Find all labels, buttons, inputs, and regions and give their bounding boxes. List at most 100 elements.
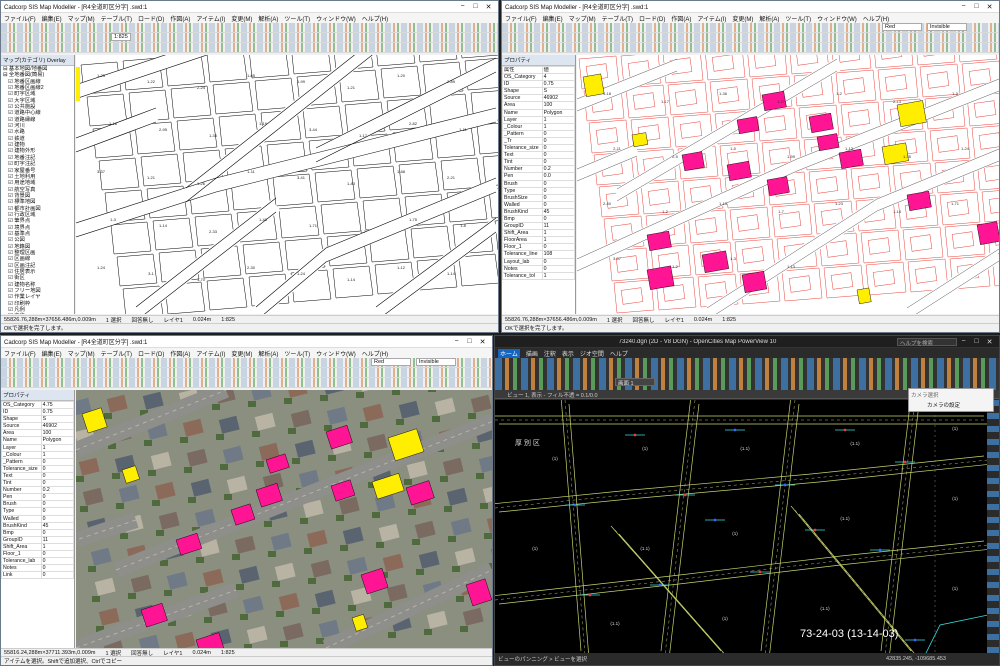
toolbar-row-1[interactable]: Red Invisible <box>502 23 999 33</box>
property-row[interactable]: ID 0.75 <box>502 80 575 89</box>
property-value[interactable]: 0 <box>40 471 74 481</box>
property-row[interactable]: Area 100 <box>1 429 74 438</box>
property-row[interactable]: Name Polygon <box>502 108 575 117</box>
property-value[interactable]: 0 <box>541 243 575 252</box>
property-row[interactable]: BrushKind 45 <box>502 207 575 216</box>
property-row[interactable]: Name Polygon <box>1 436 74 445</box>
property-value[interactable]: 0 <box>541 193 575 202</box>
property-value[interactable]: 1 <box>541 122 575 131</box>
property-row[interactable]: FloorArea 1 <box>502 236 575 245</box>
menu-draw[interactable]: 作図(A) <box>671 14 691 23</box>
property-value[interactable]: 0 <box>541 214 575 224</box>
property-value[interactable]: Polygon <box>541 108 575 117</box>
property-row[interactable]: Area 100 <box>502 101 575 110</box>
menu-window[interactable]: ウィンドウ(W) <box>817 14 857 23</box>
menu-item[interactable]: アイテム(I) <box>196 349 225 358</box>
property-value[interactable]: 1 <box>40 542 74 551</box>
property-value[interactable]: 4.75 <box>40 400 74 410</box>
help-search-input[interactable]: ヘルプを検索 <box>897 337 957 347</box>
property-row[interactable]: Floor_1 0 <box>1 549 74 559</box>
aerial-map-canvas[interactable] <box>76 390 492 648</box>
property-row[interactable]: BrushSize 0 <box>502 193 575 202</box>
property-row[interactable]: _Colour 1 <box>1 450 74 459</box>
property-row[interactable]: Text 0 <box>502 151 575 160</box>
property-value[interactable]: 1 <box>541 236 575 245</box>
menu-load[interactable]: ロード(D) <box>138 14 164 23</box>
color-combo[interactable]: Red <box>882 23 922 31</box>
menu-tools[interactable]: ツール(T) <box>284 349 310 358</box>
tab-help[interactable]: ヘルプ <box>610 349 628 358</box>
property-value[interactable]: 0 <box>40 500 74 509</box>
property-row[interactable]: BrushKind 45 <box>1 521 74 530</box>
property-value[interactable]: 0 <box>40 479 74 488</box>
property-value[interactable]: 11 <box>541 222 575 231</box>
property-row[interactable]: Text 0 <box>1 471 74 481</box>
property-value[interactable]: 0 <box>40 507 74 516</box>
property-value[interactable]: 0 <box>541 257 575 266</box>
maximize-icon[interactable]: □ <box>970 338 983 346</box>
properties-table[interactable]: OS_Category 4.75 ID 0.75 Shape S Source 46902 Ar… <box>1 400 74 580</box>
property-row[interactable]: Type 0 <box>502 186 575 195</box>
menu-tools[interactable]: ツール(T) <box>785 14 811 23</box>
property-value[interactable]: 45 <box>541 207 575 216</box>
close-icon[interactable]: ✕ <box>482 3 495 11</box>
toolbar-row-3[interactable] <box>502 43 999 53</box>
property-row[interactable]: GroupID 11 <box>502 222 575 231</box>
menu-edit[interactable]: 編集(E) <box>543 14 563 23</box>
property-value[interactable]: 11 <box>40 535 74 544</box>
property-value[interactable]: 0 <box>541 151 575 160</box>
style-combo[interactable]: Invisible <box>416 358 456 366</box>
property-value[interactable]: 0 <box>40 571 74 580</box>
property-row[interactable]: Type 0 <box>1 507 74 516</box>
tree-item[interactable]: ☑ 方位 <box>1 313 74 314</box>
property-row[interactable]: Notes 0 <box>502 264 575 273</box>
property-value[interactable]: 0 <box>541 264 575 273</box>
property-row[interactable]: Layout_lab 0 <box>502 257 575 266</box>
property-value[interactable]: 46902 <box>40 422 74 431</box>
property-value[interactable]: 45 <box>40 521 74 530</box>
property-row[interactable]: Bmp 0 <box>502 214 575 224</box>
property-value[interactable]: 4 <box>541 73 575 82</box>
property-value[interactable]: 0 <box>541 144 575 153</box>
menu-table[interactable]: テーブル(T) <box>101 349 132 358</box>
property-row[interactable]: Shape S <box>1 415 74 424</box>
property-row[interactable]: Pen 0 <box>1 493 74 502</box>
property-value[interactable]: 1 <box>40 450 74 459</box>
menu-file[interactable]: ファイル(F) <box>505 14 537 23</box>
property-row[interactable]: Tint 0 <box>502 158 575 167</box>
toolbar-row-2[interactable]: 1:825 <box>1 33 498 43</box>
menu-edit[interactable]: 編集(E) <box>42 349 62 358</box>
popup-item-camera-settings[interactable]: カメラの設定 <box>911 401 991 409</box>
property-row[interactable]: Number 0.2 <box>502 165 575 174</box>
property-value[interactable]: 0 <box>541 129 575 138</box>
minimize-icon[interactable]: − <box>957 3 970 11</box>
toolbar-row-2[interactable] <box>1 368 492 378</box>
close-icon[interactable]: ✕ <box>983 3 996 11</box>
property-row[interactable]: Pen 0.0 <box>502 172 575 181</box>
toolbar-row-1[interactable]: Red Invisible <box>1 358 492 368</box>
property-value[interactable]: 0 <box>40 564 74 573</box>
property-value[interactable]: 0 <box>40 493 74 502</box>
property-value[interactable]: 1 <box>541 271 575 280</box>
property-row[interactable]: Layer 1 <box>502 115 575 124</box>
property-row[interactable]: Floor_1 0 <box>502 243 575 252</box>
property-row[interactable]: Tolerance_size 0 <box>502 144 575 153</box>
property-value[interactable]: 100 <box>541 101 575 110</box>
maximize-icon[interactable]: □ <box>463 338 476 346</box>
minimize-icon[interactable]: − <box>450 338 463 346</box>
property-value[interactable]: 値 <box>541 65 575 75</box>
property-value[interactable]: 46902 <box>541 94 575 103</box>
camera-popup[interactable]: カメラ選択 カメラの設定 <box>908 388 994 412</box>
menu-analysis[interactable]: 解析(A) <box>759 14 779 23</box>
property-row[interactable]: Brush 0 <box>1 500 74 509</box>
toolbar-row-3[interactable] <box>1 378 492 388</box>
menu-window[interactable]: ウィンドウ(W) <box>316 14 356 23</box>
property-value[interactable]: 0 <box>541 186 575 195</box>
property-row[interactable]: _Tr 0 <box>502 136 575 146</box>
property-row[interactable]: _Colour 1 <box>502 122 575 131</box>
property-value[interactable]: 0 <box>541 158 575 167</box>
property-value[interactable]: 0.0 <box>541 172 575 181</box>
menu-file[interactable]: ファイル(F) <box>4 14 36 23</box>
property-value[interactable]: S <box>541 87 575 96</box>
property-value[interactable]: 0.2 <box>40 486 74 495</box>
